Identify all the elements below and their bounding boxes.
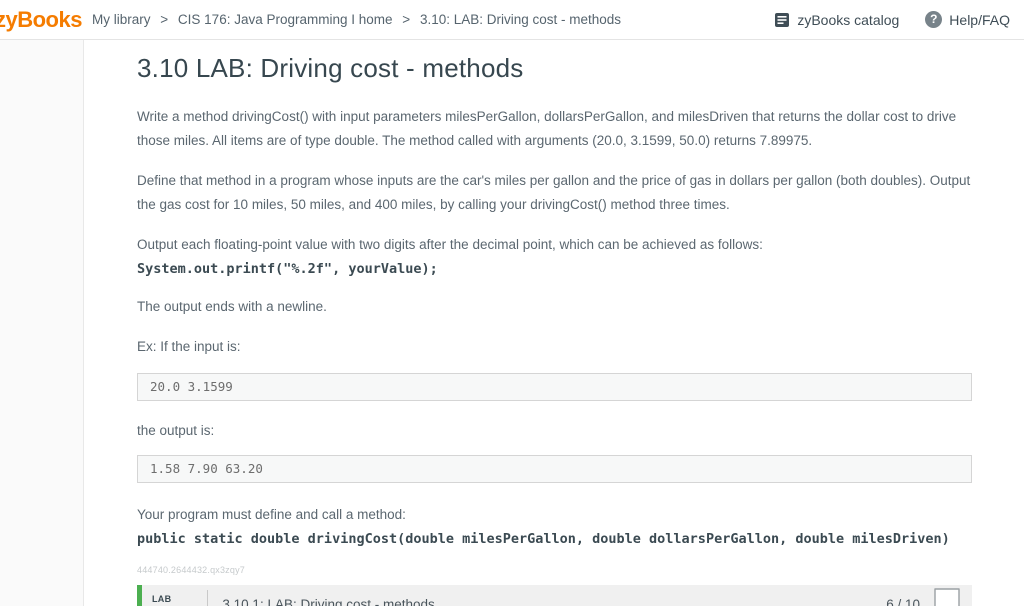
printf-code-sample: System.out.printf("%.2f", yourValue); [137, 259, 972, 279]
catalog-book-icon [774, 12, 790, 28]
paragraph-method-requirement: Your program must define and call a meth… [137, 503, 972, 549]
breadcrumb-current-section: 3.10: LAB: Driving cost - methods [420, 12, 621, 27]
method-signature-code: public static double drivingCost(double … [137, 529, 972, 549]
method-requirement-text: Your program must define and call a meth… [137, 507, 406, 522]
breadcrumb-separator: > [160, 12, 168, 27]
example-output-label: the output is: [137, 419, 972, 443]
help-label: Help/FAQ [949, 12, 1010, 28]
lab-activity-bar: LAB ACTIVITY 3.10.1: LAB: Driving cost -… [137, 585, 972, 606]
zybooks-logo[interactable]: zyBooks [0, 7, 82, 33]
header-actions: zyBooks catalog ? Help/FAQ [774, 11, 1010, 28]
breadcrumb-separator: > [402, 12, 410, 27]
left-rail [0, 40, 84, 606]
catalog-label: zyBooks catalog [797, 12, 899, 28]
page-title: 3.10 LAB: Driving cost - methods [137, 53, 972, 84]
question-mark-icon: ? [925, 11, 942, 28]
paragraph-program-description: Define that method in a program whose in… [137, 169, 972, 217]
completion-shield-icon [932, 586, 962, 606]
paragraph-format-note: Output each floating-point value with tw… [137, 233, 972, 279]
breadcrumb: My library > CIS 176: Java Programming I… [92, 12, 621, 27]
help-faq-link[interactable]: ? Help/FAQ [925, 11, 1010, 28]
zybooks-catalog-link[interactable]: zyBooks catalog [774, 12, 899, 28]
paragraph-newline-note: The output ends with a newline. [137, 295, 972, 319]
lab-activity-title: 3.10.1: LAB: Driving cost - methods [222, 597, 434, 606]
main-content: 3.10 LAB: Driving cost - methods Write a… [84, 40, 1024, 606]
example-input-label: Ex: If the input is: [137, 335, 972, 359]
breadcrumb-my-library[interactable]: My library [92, 12, 151, 27]
example-output-box: 1.58 7.90 63.20 [137, 455, 972, 483]
lab-bar-divider [207, 590, 208, 606]
breadcrumb-course-home[interactable]: CIS 176: Java Programming I home [178, 12, 393, 27]
watermark-text: 444740.2644432.qx3zqy7 [137, 565, 972, 575]
lab-badge-line1: LAB [152, 594, 195, 605]
format-note-text: Output each floating-point value with tw… [137, 237, 763, 252]
lab-activity-badge: LAB ACTIVITY [142, 594, 207, 606]
lab-activity-score: 6 / 10 [886, 597, 920, 606]
paragraph-method-description: Write a method drivingCost() with input … [137, 105, 972, 153]
example-input-box: 20.0 3.1599 [137, 373, 972, 401]
top-header: zyBooks My library > CIS 176: Java Progr… [0, 0, 1024, 40]
